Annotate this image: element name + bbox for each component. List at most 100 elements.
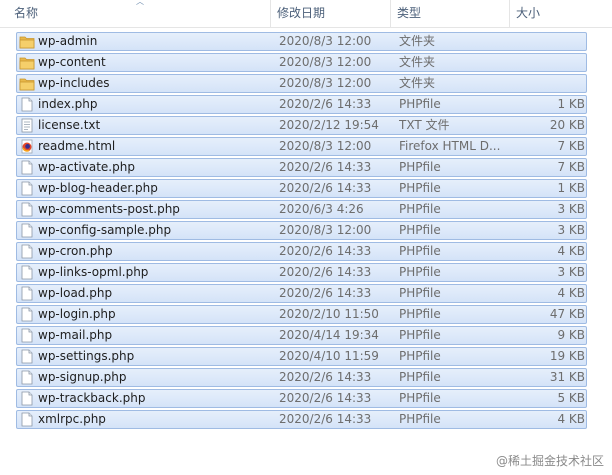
file-size: 31 KB (549, 370, 585, 384)
column-header-date[interactable]: 修改日期 (271, 0, 391, 27)
file-row[interactable]: wp-mail.php 2020/4/14 19:34 PHPfile 9 KB (16, 326, 587, 345)
file-name: wp-load.php (38, 286, 113, 300)
file-row[interactable]: license.txt 2020/2/12 19:54 TXT 文件 20 KB (16, 116, 587, 135)
file-type: PHPfile (399, 328, 441, 342)
file-row[interactable]: wp-content 2020/8/3 12:00 文件夹 (16, 53, 587, 72)
column-header-bar: ︿ 名称 修改日期 类型 大小 (0, 0, 612, 28)
file-row[interactable]: wp-signup.php 2020/2/6 14:33 PHPfile 31 KB (16, 368, 587, 387)
file-row[interactable]: wp-load.php 2020/2/6 14:33 PHPfile 4 KB (16, 284, 587, 303)
file-type: PHPfile (399, 223, 441, 237)
file-type: PHPfile (399, 160, 441, 174)
file-size: 7 KB (557, 160, 585, 174)
file-size: 3 KB (557, 223, 585, 237)
file-name: wp-config-sample.php (38, 223, 172, 237)
file-size: 9 KB (557, 328, 585, 342)
file-size: 19 KB (549, 349, 585, 363)
file-type: PHPfile (399, 286, 441, 300)
file-date: 2020/4/10 11:59 (279, 349, 379, 363)
file-icon (19, 328, 35, 343)
file-icon (19, 160, 35, 175)
file-size: 4 KB (557, 244, 585, 258)
file-date: 2020/2/6 14:33 (279, 412, 372, 426)
file-type: 文件夹 (399, 55, 436, 69)
file-date: 2020/2/6 14:33 (279, 391, 372, 405)
file-type: PHPfile (399, 391, 441, 405)
file-date: 2020/2/6 14:33 (279, 244, 372, 258)
column-header-name-label: 名称 (14, 6, 39, 20)
file-date: 2020/8/3 12:00 (279, 76, 372, 90)
file-row[interactable]: wp-login.php 2020/2/10 11:50 PHPfile 47 KB (16, 305, 587, 324)
column-header-size-label: 大小 (516, 6, 541, 20)
file-date: 2020/8/3 12:00 (279, 139, 372, 153)
file-size: 47 KB (549, 307, 585, 321)
file-name: readme.html (38, 139, 116, 153)
column-header-size[interactable]: 大小 (510, 0, 612, 27)
file-name: wp-comments-post.php (38, 202, 180, 216)
file-name: index.php (38, 97, 98, 111)
file-name: wp-signup.php (38, 370, 127, 384)
file-size: 4 KB (557, 286, 585, 300)
file-name: wp-login.php (38, 307, 116, 321)
file-row[interactable]: wp-config-sample.php 2020/8/3 12:00 PHPfil… (16, 221, 587, 240)
sort-ascending-icon: ︿ (136, 0, 144, 6)
column-header-type[interactable]: 类型 (391, 0, 510, 27)
file-date: 2020/4/14 19:34 (279, 328, 379, 342)
file-date: 2020/2/6 14:33 (279, 160, 372, 174)
file-row[interactable]: wp-activate.php 2020/2/6 14:33 PHPfile 7 KB (16, 158, 587, 177)
file-size: 1 KB (557, 97, 585, 111)
folder-icon (19, 55, 35, 70)
file-type: TXT 文件 (399, 118, 450, 132)
file-type: PHPfile (399, 370, 441, 384)
file-row[interactable]: wp-blog-header.php 2020/2/6 14:33 PHPfile 1… (16, 179, 587, 198)
file-size (515, 33, 585, 50)
file-type: PHPfile (399, 202, 441, 216)
file-date: 2020/8/3 12:00 (279, 223, 372, 237)
file-name: wp-admin (38, 34, 98, 48)
file-type: Firefox HTML D... (399, 139, 501, 153)
file-row[interactable]: wp-includes 2020/8/3 12:00 文件夹 (16, 74, 587, 93)
folder-icon (19, 34, 35, 49)
file-row[interactable]: wp-comments-post.php 2020/6/3 4:26 PHPfile… (16, 200, 587, 219)
file-row[interactable]: wp-cron.php 2020/2/6 14:33 PHPfile 4 KB (16, 242, 587, 261)
file-row[interactable]: wp-links-opml.php 2020/2/6 14:33 PHPfile 3 … (16, 263, 587, 282)
file-name: wp-activate.php (38, 160, 135, 174)
file-icon (19, 97, 35, 112)
file-date: 2020/6/3 4:26 (279, 202, 364, 216)
column-header-name[interactable]: ︿ 名称 (0, 0, 271, 27)
file-date: 2020/2/12 19:54 (279, 118, 379, 132)
file-name: wp-mail.php (38, 328, 113, 342)
file-size: 3 KB (557, 265, 585, 279)
file-date: 2020/8/3 12:00 (279, 34, 372, 48)
file-type: PHPfile (399, 349, 441, 363)
file-row[interactable]: readme.html 2020/8/3 12:00 Firefox HTML D.… (16, 137, 587, 156)
file-name: wp-cron.php (38, 244, 113, 258)
file-size: 3 KB (557, 202, 585, 216)
file-row[interactable]: wp-trackback.php 2020/2/6 14:33 PHPfile 5 K… (16, 389, 587, 408)
file-size (515, 75, 585, 92)
watermark: @稀土掘金技术社区 (495, 454, 604, 468)
file-row[interactable]: xmlrpc.php 2020/2/6 14:33 PHPfile 4 KB (16, 410, 587, 429)
file-icon (19, 223, 35, 238)
folder-icon (19, 76, 35, 91)
file-icon (19, 202, 35, 217)
file-icon (19, 391, 35, 406)
file-type: PHPfile (399, 412, 441, 426)
file-type: PHPfile (399, 307, 441, 321)
file-row[interactable]: index.php 2020/2/6 14:33 PHPfile 1 KB (16, 95, 587, 114)
file-icon (19, 370, 35, 385)
file-date: 2020/2/6 14:33 (279, 97, 372, 111)
file-icon (19, 349, 35, 364)
file-icon (19, 286, 35, 301)
file-date: 2020/2/10 11:50 (279, 307, 379, 321)
file-icon (19, 265, 35, 280)
file-name: wp-trackback.php (38, 391, 146, 405)
file-date: 2020/2/6 14:33 (279, 181, 372, 195)
file-type: PHPfile (399, 97, 441, 111)
file-type: PHPfile (399, 265, 441, 279)
file-type: 文件夹 (399, 34, 436, 48)
file-size: 20 KB (549, 118, 585, 132)
file-icon (19, 412, 35, 427)
file-row[interactable]: wp-settings.php 2020/4/10 11:59 PHPfile 19 … (16, 347, 587, 366)
file-row[interactable]: wp-admin 2020/8/3 12:00 文件夹 (16, 32, 587, 51)
file-size: 5 KB (557, 391, 585, 405)
